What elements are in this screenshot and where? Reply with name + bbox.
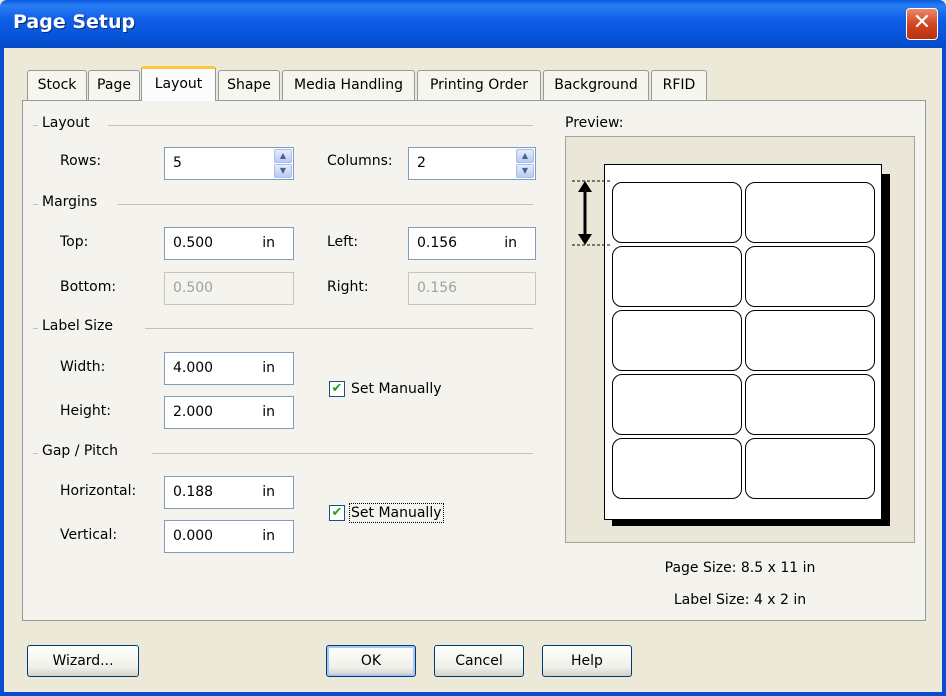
top-margin-value: 0.500 xyxy=(173,235,214,251)
right-margin-label: Right: xyxy=(327,279,369,295)
rows-label: Rows: xyxy=(60,153,102,169)
rows-value: 5 xyxy=(173,155,182,171)
left-margin-label: Left: xyxy=(327,234,359,250)
help-button[interactable]: Help xyxy=(542,645,632,677)
wizard-button[interactable]: Wizard... xyxy=(27,645,139,677)
label-size-text: Label Size: 4 x 2 in xyxy=(673,592,807,608)
preview-label xyxy=(612,182,742,243)
bottom-margin-label: Bottom: xyxy=(60,279,117,295)
columns-spinner[interactable]: 2 ▲ ▼ xyxy=(408,147,536,180)
horizontal-gap-label: Horizontal: xyxy=(60,483,137,499)
group-divider xyxy=(118,204,533,205)
height-label: Height: xyxy=(60,403,111,419)
spin-up-icon[interactable]: ▲ xyxy=(516,149,534,163)
checkmark-icon: ✔ xyxy=(331,505,343,520)
rows-spinner[interactable]: 5 ▲ ▼ xyxy=(164,147,294,180)
label-height-dimension-icon xyxy=(572,180,612,246)
window-frame-right xyxy=(942,48,946,696)
label-size-set-manually-label[interactable]: Set Manually xyxy=(351,381,442,397)
window-frame-bottom xyxy=(0,692,946,696)
preview-label xyxy=(745,374,875,435)
gap-pitch-group-heading: Gap / Pitch xyxy=(38,443,123,459)
spin-down-icon[interactable]: ▼ xyxy=(274,164,292,178)
tab-background[interactable]: Background xyxy=(543,70,649,100)
tab-stock[interactable]: Stock xyxy=(27,70,87,100)
label-width-field[interactable]: 4.000 in xyxy=(164,352,294,385)
tab-rfid[interactable]: RFID xyxy=(651,70,707,100)
spin-down-icon[interactable]: ▼ xyxy=(516,164,534,178)
vertical-gap-field[interactable]: 0.000 in xyxy=(164,520,294,553)
gap-set-manually-checkbox[interactable]: ✔ xyxy=(329,505,345,521)
spin-up-icon[interactable]: ▲ xyxy=(274,149,292,163)
rows-spin-buttons[interactable]: ▲ ▼ xyxy=(274,149,292,178)
preview-label xyxy=(612,374,742,435)
top-margin-field[interactable]: 0.500 in xyxy=(164,227,294,260)
top-margin-unit: in xyxy=(262,235,275,251)
horizontal-gap-field[interactable]: 0.188 in xyxy=(164,476,294,509)
vertical-gap-unit: in xyxy=(262,528,275,544)
tab-layout[interactable]: Layout xyxy=(141,66,216,101)
vertical-gap-label: Vertical: xyxy=(60,527,118,543)
preview-label xyxy=(745,182,875,243)
gap-set-manually-label[interactable]: Set Manually xyxy=(349,503,444,523)
group-divider xyxy=(152,453,533,454)
close-button[interactable]: ✕ xyxy=(906,8,938,40)
columns-spin-buttons[interactable]: ▲ ▼ xyxy=(516,149,534,178)
label-size-group-heading: Label Size xyxy=(38,318,117,334)
label-height-field[interactable]: 2.000 in xyxy=(164,396,294,429)
label-height-unit: in xyxy=(262,404,275,420)
preview-label xyxy=(612,246,742,307)
tab-page[interactable]: Page xyxy=(88,70,140,100)
margins-group-heading: Margins xyxy=(38,194,102,210)
preview-label xyxy=(745,438,875,499)
bottom-margin-field: 0.500 xyxy=(164,272,294,305)
layout-group-heading: Layout xyxy=(38,115,94,131)
left-margin-unit: in xyxy=(504,235,517,251)
cancel-button[interactable]: Cancel xyxy=(434,645,524,677)
window-frame-left xyxy=(0,48,4,696)
label-size-set-manually-checkbox[interactable]: ✔ xyxy=(329,381,345,397)
page-size-text: Page Size: 8.5 x 11 in xyxy=(664,560,816,576)
left-margin-field[interactable]: 0.156 in xyxy=(408,227,536,260)
left-margin-value: 0.156 xyxy=(417,235,458,251)
right-margin-field: 0.156 xyxy=(408,272,536,305)
preview-label xyxy=(612,438,742,499)
checkmark-icon: ✔ xyxy=(331,381,343,396)
preview-label xyxy=(745,246,875,307)
preview-label xyxy=(745,310,875,371)
tab-shape[interactable]: Shape xyxy=(218,70,280,100)
width-label: Width: xyxy=(60,359,106,375)
right-margin-value: 0.156 xyxy=(417,280,458,296)
vertical-gap-value: 0.000 xyxy=(173,528,214,544)
preview-heading: Preview: xyxy=(565,115,624,131)
label-width-unit: in xyxy=(262,360,275,376)
bottom-margin-value: 0.500 xyxy=(173,280,214,296)
horizontal-gap-value: 0.188 xyxy=(173,484,214,500)
tab-media-handling[interactable]: Media Handling xyxy=(282,70,415,100)
label-width-value: 4.000 xyxy=(173,360,214,376)
group-divider xyxy=(145,328,533,329)
label-height-value: 2.000 xyxy=(173,404,214,420)
preview-label xyxy=(612,310,742,371)
window-title: Page Setup xyxy=(13,11,136,33)
top-margin-label: Top: xyxy=(60,234,89,250)
tab-printing-order[interactable]: Printing Order xyxy=(417,70,541,100)
columns-value: 2 xyxy=(417,155,426,171)
columns-label: Columns: xyxy=(327,153,393,169)
group-divider xyxy=(108,125,533,126)
ok-button[interactable]: OK xyxy=(326,645,416,677)
title-bar[interactable] xyxy=(0,0,946,48)
horizontal-gap-unit: in xyxy=(262,484,275,500)
close-icon: ✕ xyxy=(912,10,932,35)
